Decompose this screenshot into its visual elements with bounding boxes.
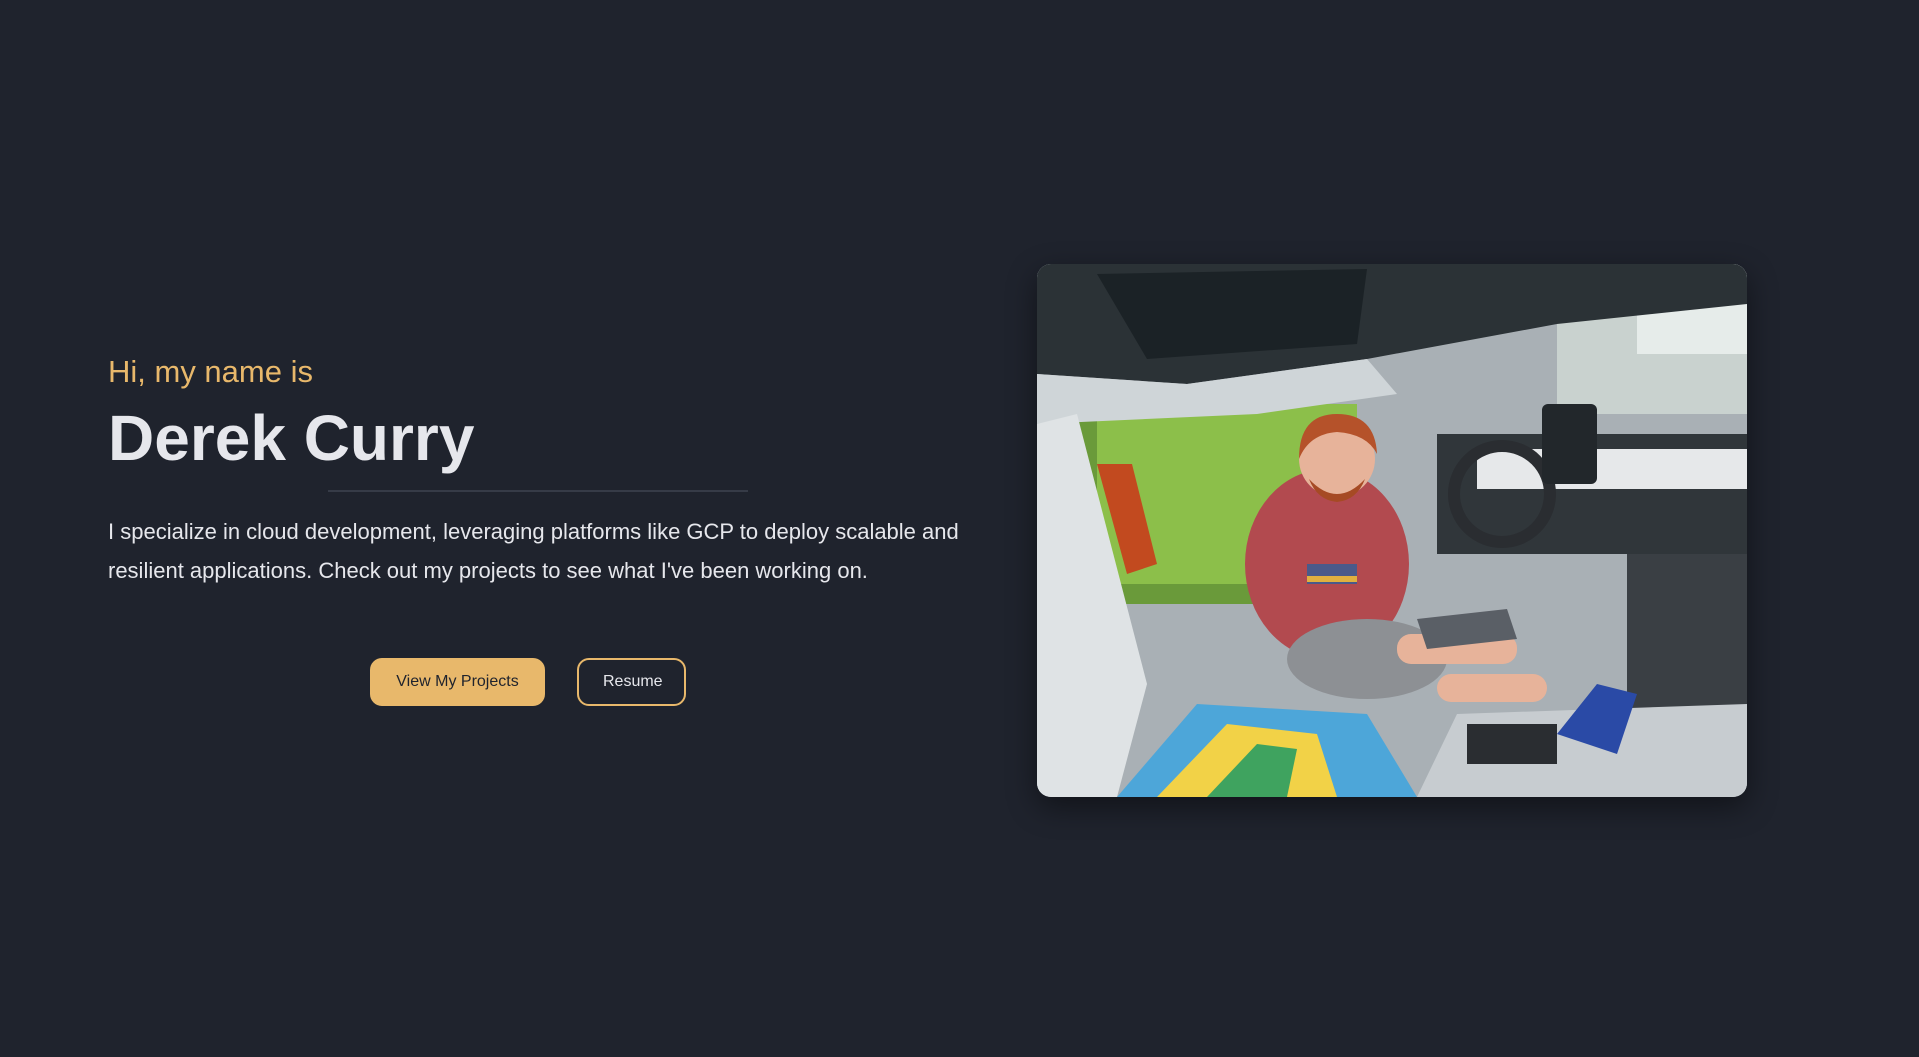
bio-text: I specialize in cloud development, lever… <box>108 519 959 583</box>
resume-button[interactable]: Resume <box>577 658 686 706</box>
intro-block: Hi, my name is Derek Curry I specialize … <box>108 350 968 590</box>
profile-photo-illustration <box>1037 264 1747 797</box>
profile-photo <box>1037 264 1747 797</box>
cta-buttons: View My Projects Resume <box>370 658 686 706</box>
hero-section: Hi, my name is Derek Curry I specialize … <box>0 0 1919 1057</box>
title-divider <box>328 490 748 492</box>
greeting-text: Hi, my name is <box>108 354 313 389</box>
view-projects-button[interactable]: View My Projects <box>370 658 545 706</box>
page-title: Derek Curry <box>108 402 475 474</box>
